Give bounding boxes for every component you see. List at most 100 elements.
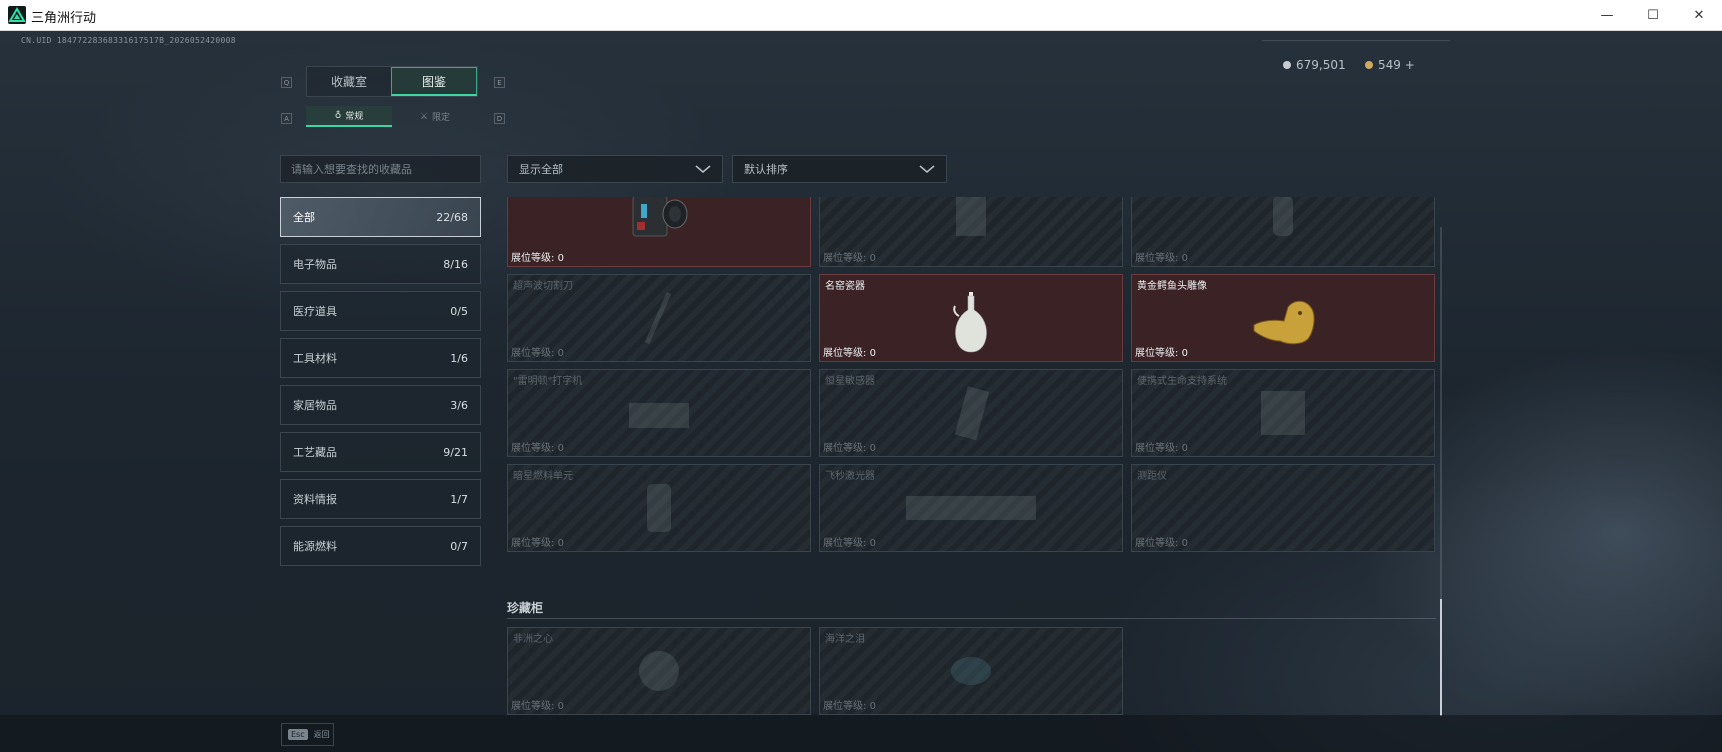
lifesupport-icon: [1261, 391, 1305, 435]
card-name: 黄金鳄鱼头雕像: [1137, 281, 1207, 292]
premium-amount: 549 +: [1378, 58, 1415, 72]
category-medical[interactable]: 医疗道具 0/5: [280, 291, 481, 331]
device-icon: [956, 197, 986, 236]
search-input[interactable]: 请输入想要查找的收藏品: [280, 155, 481, 183]
collection-card[interactable]: 便携式生命支持系统 展位等级: 0: [1131, 369, 1435, 457]
card-level: 展位等级: 0: [511, 701, 564, 712]
section-divider: [507, 618, 1436, 619]
category-energy[interactable]: 能源燃料 0/7: [280, 526, 481, 566]
esc-key-icon: Esc: [288, 729, 308, 740]
fuelcell-icon: [647, 484, 671, 532]
card-name: 恒星敏感器: [825, 376, 875, 387]
category-label: 全部: [293, 211, 315, 224]
card-name: 非洲之心: [513, 634, 553, 645]
window-titlebar: 三角洲行动 — ☐ ✕: [0, 0, 1722, 31]
category-count: 3/6: [450, 398, 468, 412]
collection-card[interactable]: 恒星敏感器 展位等级: 0: [819, 369, 1123, 457]
card-level: 展位等级: 0: [823, 538, 876, 549]
card-name: 暗星燃料单元: [513, 471, 573, 482]
chevron-down-icon: [919, 165, 935, 173]
category-list: 全部 22/68 电子物品 8/16 医疗道具 0/5 工具材料 1/6 家居物品 3/6…: [280, 197, 481, 573]
subtab-regular-label: 常规: [345, 112, 364, 122]
category-count: 1/7: [450, 492, 468, 506]
tab-catalog[interactable]: 图鉴: [391, 67, 477, 96]
minimize-button[interactable]: —: [1584, 0, 1630, 31]
collection-grid: 展位等级: 0 展位等级: 0 展位等级: 0 超声波切割刀 展位等级: 0 名…: [507, 197, 1436, 716]
card-level: 展位等级: 0: [823, 443, 876, 454]
collection-card[interactable]: 暗星燃料单元 展位等级: 0: [507, 464, 811, 552]
uid-watermark: CN.UID 18477228368331617517B_20260524200…: [21, 36, 236, 45]
card-level: 展位等级: 0: [511, 443, 564, 454]
device-icon: [632, 197, 688, 237]
crocodile-icon: [1253, 300, 1315, 345]
collection-card[interactable]: 飞秒激光器 展位等级: 0: [819, 464, 1123, 552]
category-all[interactable]: 全部 22/68: [280, 197, 481, 237]
key-hint-a: A: [281, 113, 292, 124]
coin-amount: 679,501: [1296, 58, 1346, 72]
collection-card[interactable]: 测距仪 展位等级: 0: [1131, 464, 1435, 552]
collection-card[interactable]: "雷明顿"打字机 展位等级: 0: [507, 369, 811, 457]
knife-icon: [644, 291, 672, 345]
app-logo-icon: [8, 6, 26, 24]
sort-dropdown-value: 默认排序: [744, 163, 788, 176]
back-label: 返回: [313, 730, 330, 739]
card-name: 飞秒激光器: [825, 471, 875, 482]
category-crafts[interactable]: 工艺藏品 9/21: [280, 432, 481, 472]
card-level: 展位等级: 0: [823, 253, 876, 264]
laser-icon: [906, 496, 1036, 520]
window-title: 三角洲行动: [31, 11, 97, 26]
card-level: 展位等级: 0: [511, 538, 564, 549]
category-tools[interactable]: 工具材料 1/6: [280, 338, 481, 378]
collection-card[interactable]: 展位等级: 0: [507, 197, 811, 267]
maximize-button[interactable]: ☐: [1630, 0, 1676, 31]
collection-card[interactable]: 海洋之泪 展位等级: 0: [819, 627, 1123, 715]
premium-balance[interactable]: 549 +: [1365, 58, 1415, 72]
scrollbar-thumb[interactable]: [1440, 599, 1442, 716]
collection-card[interactable]: 展位等级: 0: [1131, 197, 1435, 267]
collection-card[interactable]: 非洲之心 展位等级: 0: [507, 627, 811, 715]
category-count: 22/68: [436, 210, 468, 224]
sort-dropdown[interactable]: 默认排序: [732, 155, 947, 183]
category-label: 资料情报: [293, 493, 337, 506]
sub-tabs: ♁ 常规 ⚔ 限定: [306, 106, 478, 127]
section-title: 珍藏柜: [507, 601, 544, 615]
gem-icon: [951, 657, 991, 685]
card-level: 展位等级: 0: [823, 348, 876, 359]
category-electronics[interactable]: 电子物品 8/16: [280, 244, 481, 284]
key-hint-d: D: [494, 113, 505, 124]
subtab-regular[interactable]: ♁ 常规: [306, 106, 392, 127]
collection-card[interactable]: 超声波切割刀 展位等级: 0: [507, 274, 811, 362]
category-count: 9/21: [443, 445, 468, 459]
filter-dropdown-value: 显示全部: [519, 163, 563, 176]
category-label: 能源燃料: [293, 540, 337, 553]
subtab-limited-label: 限定: [432, 113, 451, 123]
sensor-icon: [954, 386, 990, 441]
card-level: 展位等级: 0: [1135, 348, 1188, 359]
category-count: 8/16: [443, 257, 468, 271]
card-name: 名窑瓷器: [825, 281, 865, 292]
device-icon: [1273, 197, 1293, 236]
category-household[interactable]: 家居物品 3/6: [280, 385, 481, 425]
category-count: 0/7: [450, 539, 468, 553]
close-button[interactable]: ✕: [1676, 0, 1722, 31]
card-name: 海洋之泪: [825, 634, 865, 645]
coin-icon: [1283, 61, 1291, 69]
back-button[interactable]: Esc 返回: [281, 723, 334, 746]
category-label: 工艺藏品: [293, 446, 337, 459]
filter-dropdown[interactable]: 显示全部: [507, 155, 723, 183]
collection-card[interactable]: 展位等级: 0: [819, 197, 1123, 267]
category-intel[interactable]: 资料情报 1/7: [280, 479, 481, 519]
category-label: 工具材料: [293, 352, 337, 365]
header-divider: [1262, 40, 1450, 41]
card-name: 超声波切割刀: [513, 281, 573, 292]
category-count: 0/5: [450, 304, 468, 318]
collection-card[interactable]: 黄金鳄鱼头雕像 展位等级: 0: [1131, 274, 1435, 362]
tab-collection-room[interactable]: 收藏室: [307, 67, 391, 96]
collection-card[interactable]: 名窑瓷器 展位等级: 0: [819, 274, 1123, 362]
bottom-bar: [0, 715, 1722, 752]
coin-balance: 679,501: [1283, 58, 1346, 72]
card-level: 展位等级: 0: [511, 253, 564, 264]
limited-icon: ⚔: [419, 111, 429, 122]
category-count: 1/6: [450, 351, 468, 365]
subtab-limited[interactable]: ⚔ 限定: [392, 106, 478, 127]
